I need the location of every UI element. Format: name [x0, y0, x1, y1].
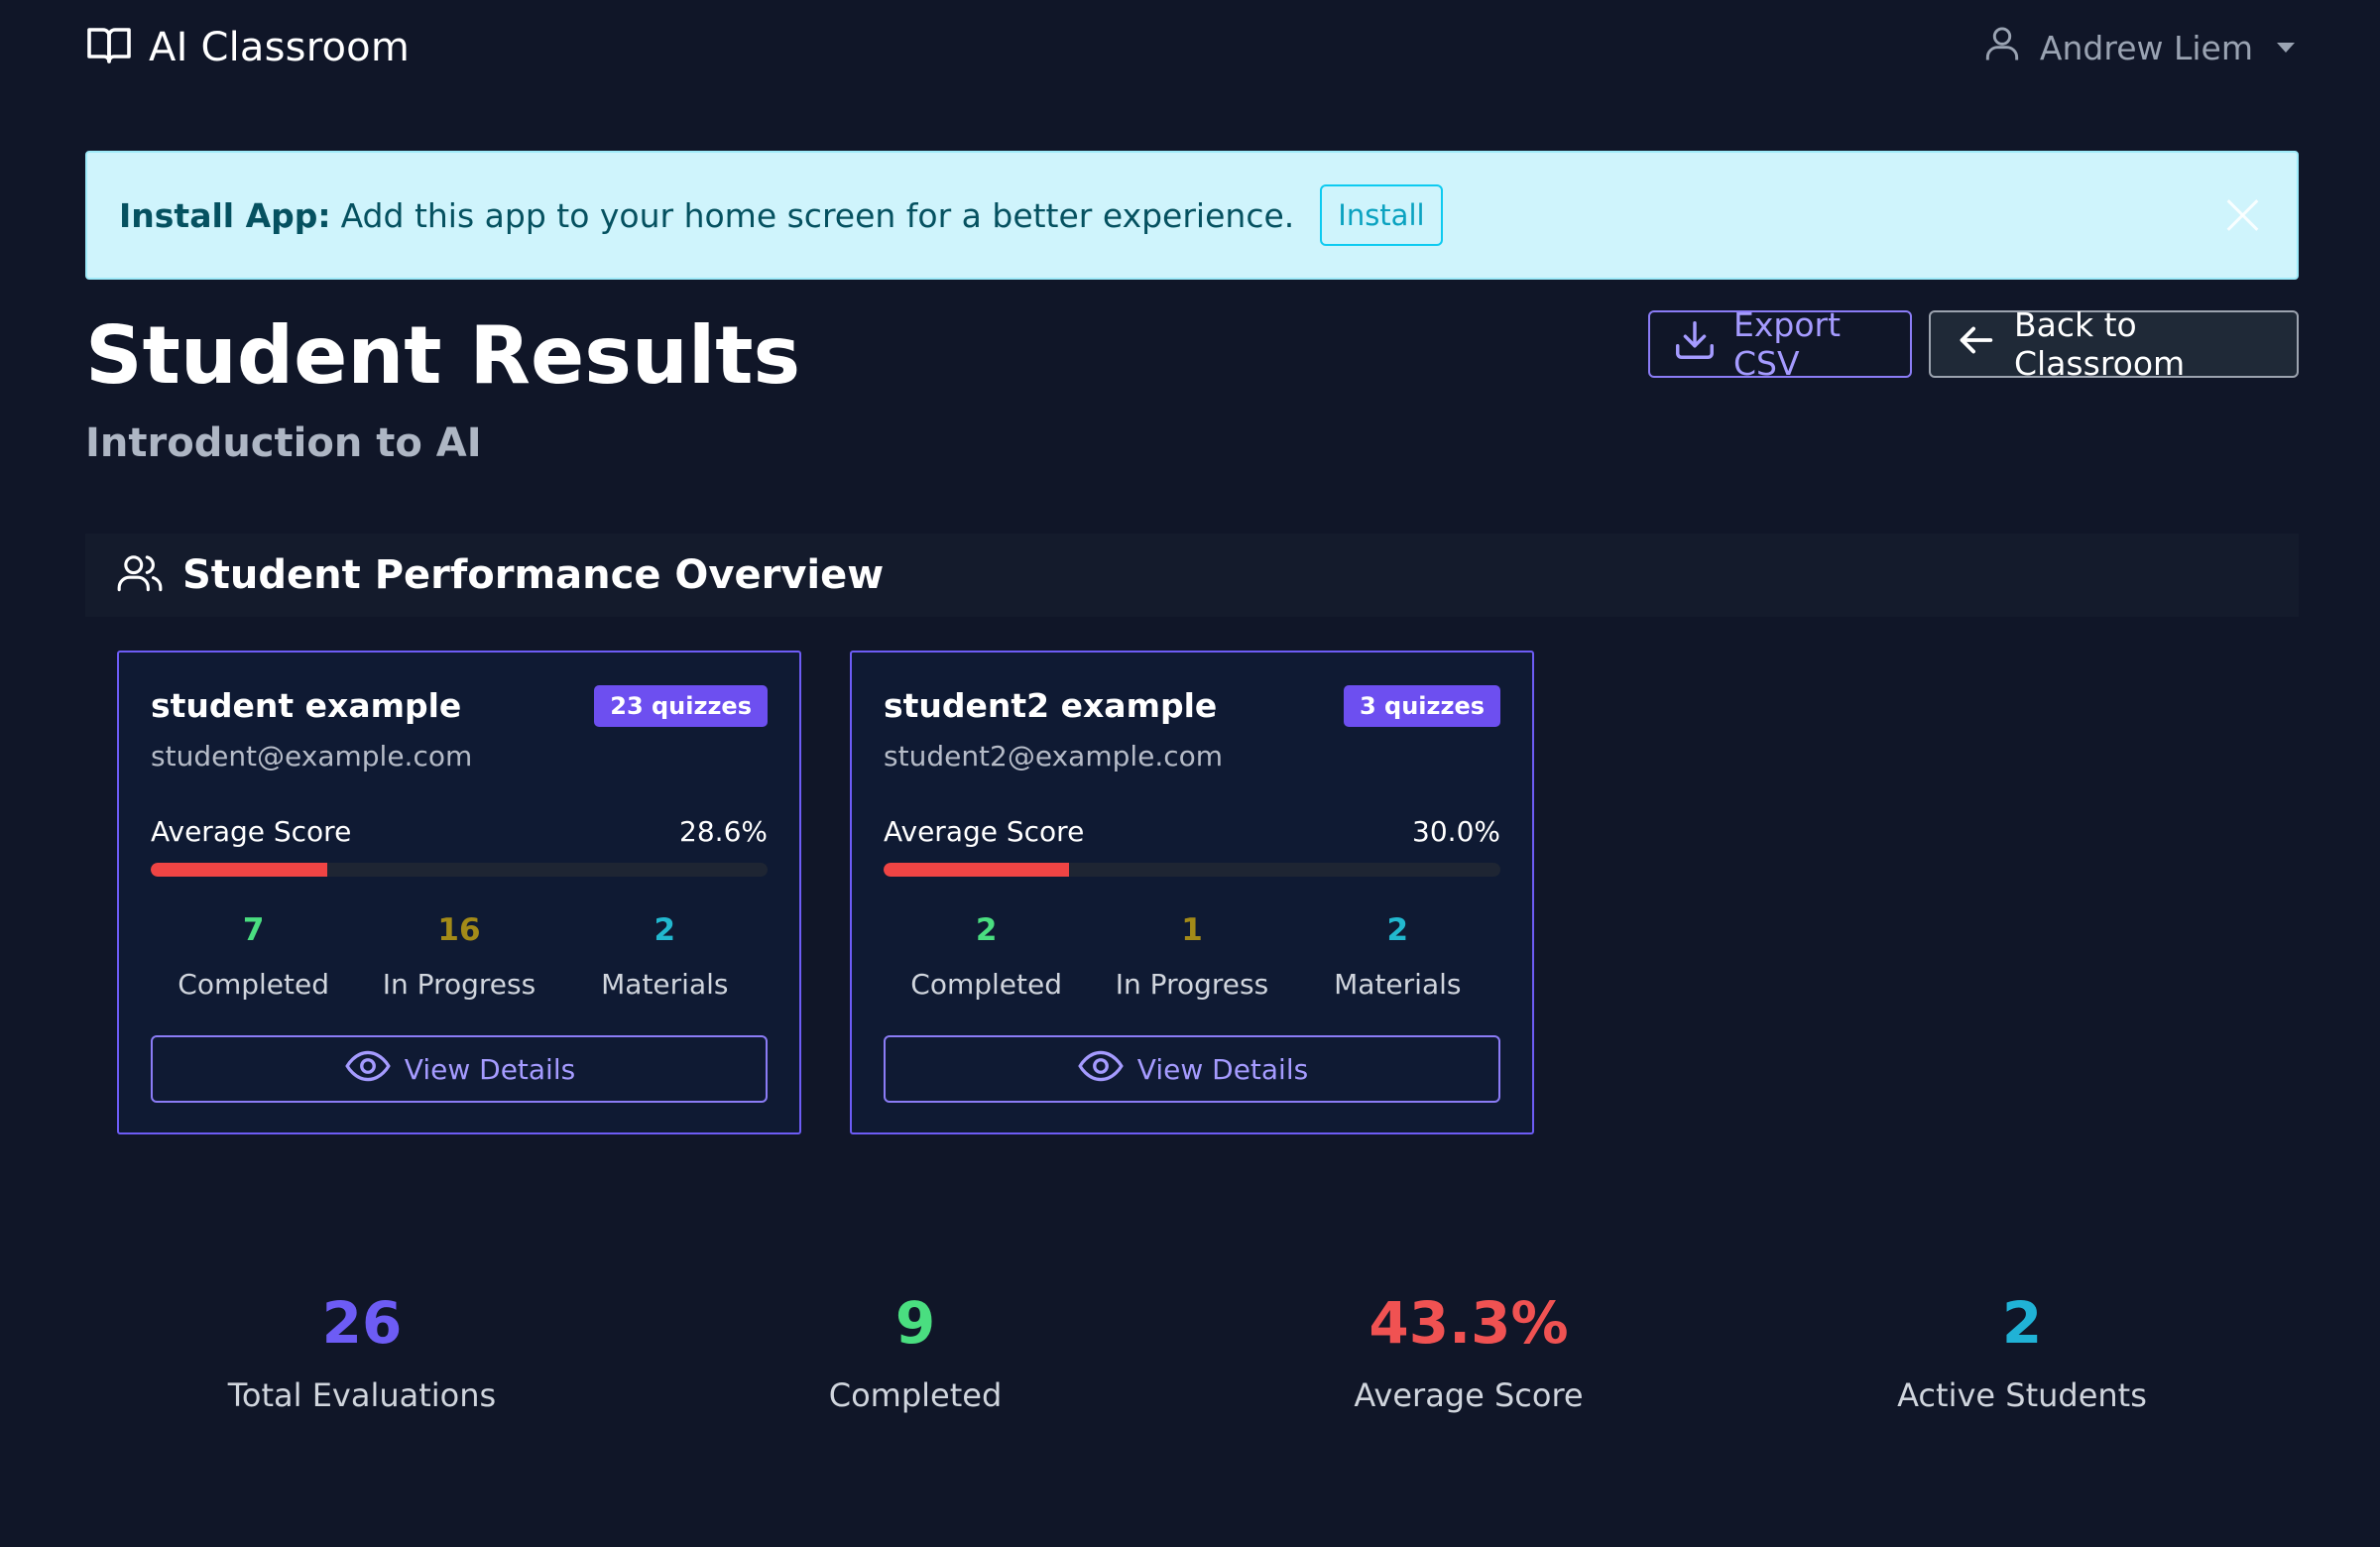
in-progress-stat: 1 In Progress	[1089, 912, 1294, 1001]
materials-count: 2	[1386, 912, 1409, 948]
install-button[interactable]: Install	[1320, 184, 1443, 246]
page-title: Student Results	[85, 309, 801, 402]
student-results-page: AI Classroom Andrew Liem Install App: Ad…	[0, 0, 2380, 1547]
completed-count: 7	[242, 912, 265, 948]
materials-label: Materials	[601, 968, 729, 1001]
users-icon	[115, 548, 165, 602]
total-evaluations-stat: 26 Total Evaluations	[85, 1289, 639, 1414]
view-details-label: View Details	[1136, 1052, 1309, 1086]
quiz-count-badge: 23 quizzes	[594, 685, 768, 727]
completed-stat: 7 Completed	[151, 912, 356, 1001]
score-progress-bar	[884, 863, 1500, 877]
brand[interactable]: AI Classroom	[85, 22, 410, 73]
student-email: student@example.com	[151, 740, 473, 773]
student-email: student2@example.com	[884, 740, 1224, 773]
average-score-summary-label: Average Score	[1354, 1376, 1584, 1414]
in-progress-label: In Progress	[382, 968, 536, 1001]
page-subtitle: Introduction to AI	[85, 420, 482, 466]
eye-icon	[343, 1041, 393, 1098]
score-progress-bar	[151, 863, 768, 877]
average-score-value: 28.6%	[679, 815, 768, 848]
download-icon	[1672, 317, 1718, 371]
active-students-stat: 2 Active Students	[1745, 1289, 2299, 1414]
export-csv-label: Export CSV	[1733, 305, 1842, 383]
performance-overview-header: Student Performance Overview	[85, 534, 2299, 617]
total-evaluations-label: Total Evaluations	[227, 1376, 497, 1414]
average-score-summary-stat: 43.3% Average Score	[1192, 1289, 1745, 1414]
average-score-row: Average Score 30.0%	[884, 815, 1500, 848]
materials-count: 2	[654, 912, 676, 948]
user-icon	[1980, 22, 2024, 73]
average-score-label: Average Score	[151, 815, 352, 848]
alert-message: Add this app to your home screen for a b…	[340, 195, 1295, 235]
summary-stats: 26 Total Evaluations 9 Completed 43.3% A…	[85, 1289, 2299, 1414]
materials-stat: 2 Materials	[1295, 912, 1500, 1001]
student-card: student example 23 quizzes student@examp…	[117, 651, 801, 1134]
completed-summary-value: 9	[894, 1289, 936, 1357]
average-score-value: 30.0%	[1412, 815, 1500, 848]
install-alert: Install App: Add this app to your home s…	[85, 151, 2299, 280]
average-score-label: Average Score	[884, 815, 1085, 848]
active-students-label: Active Students	[1897, 1376, 2147, 1414]
user-name: Andrew Liem	[2039, 28, 2253, 67]
navbar: AI Classroom Andrew Liem	[85, 20, 2295, 75]
view-details-button[interactable]: View Details	[884, 1035, 1500, 1103]
section-title: Student Performance Overview	[182, 552, 885, 598]
user-menu[interactable]: Andrew Liem	[1980, 22, 2295, 73]
back-to-classroom-label: Back to Classroom	[2014, 305, 2186, 383]
completed-label: Completed	[910, 968, 1063, 1001]
close-icon[interactable]	[2217, 190, 2267, 240]
arrow-left-icon	[1953, 317, 1998, 371]
completed-stat: 2 Completed	[884, 912, 1089, 1001]
student-name: student2 example	[884, 686, 1218, 725]
student-name: student example	[151, 686, 462, 725]
average-score-summary-value: 43.3%	[1368, 1289, 1569, 1357]
view-details-button[interactable]: View Details	[151, 1035, 768, 1103]
score-progress-fill	[884, 863, 1069, 877]
score-progress-fill	[151, 863, 327, 877]
in-progress-label: In Progress	[1115, 968, 1269, 1001]
quiz-count-badge: 3 quizzes	[1343, 685, 1500, 727]
average-score-row: Average Score 28.6%	[151, 815, 768, 848]
view-details-label: View Details	[404, 1052, 576, 1086]
materials-stat: 2 Materials	[562, 912, 768, 1001]
in-progress-count: 16	[437, 912, 481, 948]
app-title: AI Classroom	[149, 25, 410, 70]
alert-title: Install App:	[119, 195, 331, 235]
active-students-value: 2	[2001, 1289, 2043, 1357]
student-stats: 7 Completed 16 In Progress 2 Materials	[151, 912, 768, 1001]
in-progress-count: 1	[1181, 912, 1203, 948]
export-csv-button[interactable]: Export CSV	[1648, 305, 1912, 383]
total-evaluations-value: 26	[321, 1289, 403, 1357]
completed-count: 2	[975, 912, 998, 948]
completed-summary-label: Completed	[828, 1376, 1003, 1414]
in-progress-stat: 16 In Progress	[356, 912, 561, 1001]
materials-label: Materials	[1334, 968, 1462, 1001]
chevron-down-icon	[2277, 43, 2295, 53]
completed-summary-stat: 9 Completed	[639, 1289, 1192, 1414]
eye-icon	[1076, 1041, 1126, 1098]
back-to-classroom-button[interactable]: Back to Classroom	[1929, 305, 2299, 383]
student-card: student2 example 3 quizzes student2@exam…	[850, 651, 1534, 1134]
student-stats: 2 Completed 1 In Progress 2 Materials	[884, 912, 1500, 1001]
book-icon	[85, 22, 133, 73]
completed-label: Completed	[178, 968, 330, 1001]
